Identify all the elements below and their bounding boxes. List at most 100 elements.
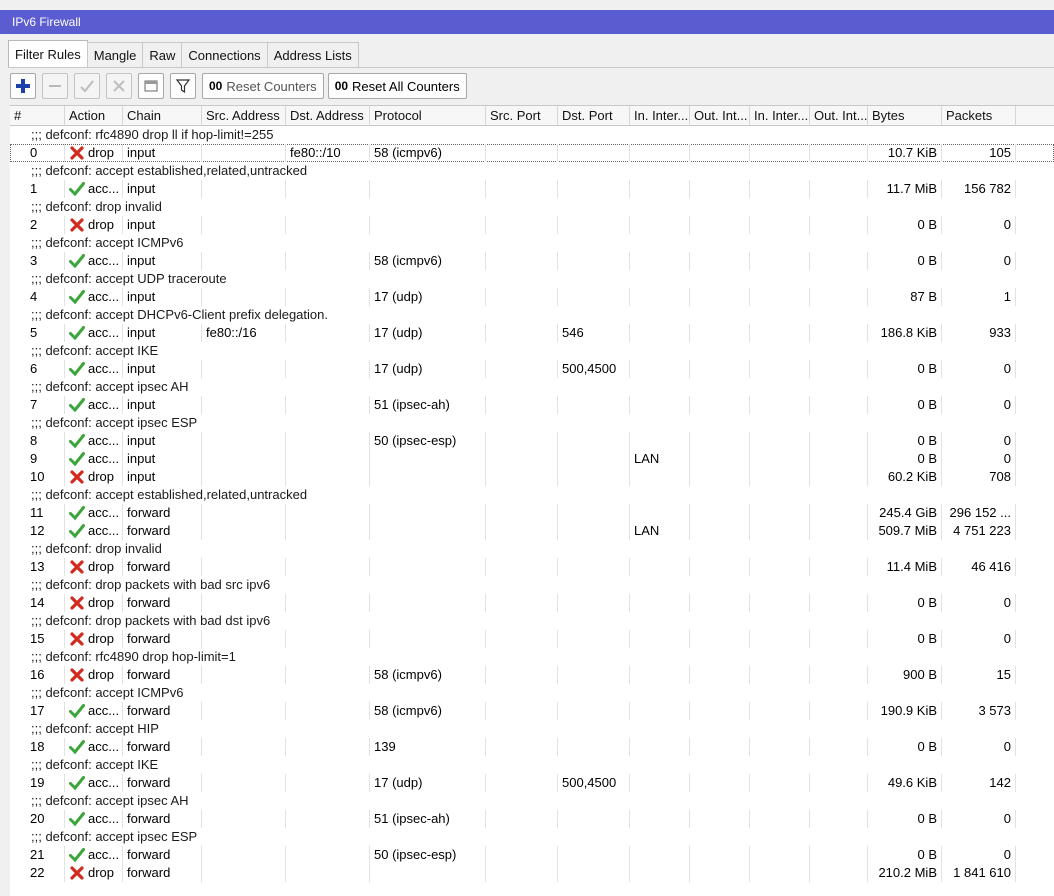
cell-dst-address [286, 558, 370, 576]
column-header-protocol[interactable]: Protocol [370, 106, 486, 126]
cell-num: 2 [10, 216, 65, 234]
cell-chain: forward [123, 774, 202, 792]
table-row[interactable]: 11 acc... forward 245.4 GiB 296 152 ... [10, 504, 1054, 522]
table-row[interactable]: 2 drop input 0 B0 [10, 216, 1054, 234]
cell-chain: input [123, 396, 202, 414]
table-row[interactable]: 8 acc... input 50 (ipsec-esp) 0 B0 [10, 432, 1054, 450]
table-row[interactable]: 12 acc... forward LAN 509.7 MiB 4 751 223 [10, 522, 1054, 540]
table-row[interactable]: 19 acc... forward 17 (udp) 500,4500 49.6 KiB 1… [10, 774, 1054, 792]
tab-raw[interactable]: Raw [142, 42, 183, 68]
cell-out-interface-list [810, 504, 868, 522]
cell-packets: 1 841 610 [942, 864, 1016, 882]
table-row[interactable]: 18 acc... forward 139 0 B0 [10, 738, 1054, 756]
cell-bytes: 210.2 MiB [868, 864, 942, 882]
disable-button[interactable] [106, 73, 132, 99]
cell-protocol: 17 (udp) [370, 360, 486, 378]
column-header-out-interface-list[interactable]: Out. Int... [810, 106, 868, 126]
cell-src-address [202, 432, 286, 450]
table-row[interactable]: 9 acc... input LAN 0 B0 [10, 450, 1054, 468]
cell-src-port [486, 144, 558, 162]
cell-out-interface-list [810, 396, 868, 414]
table-row[interactable]: 10 drop input 60.2 KiB 708 [10, 468, 1054, 486]
tab-connections[interactable]: Connections [181, 42, 268, 68]
table-row[interactable]: 20 acc... forward 51 (ipsec-ah) 0 B0 [10, 810, 1054, 828]
cell-chain: input [123, 216, 202, 234]
table-row[interactable]: 5 acc... input fe80::/16 17 (udp) 546 186.8 Ki… [10, 324, 1054, 342]
table-row[interactable]: 14 drop forward 0 B0 [10, 594, 1054, 612]
column-header-bytes[interactable]: Bytes [868, 106, 942, 126]
cell-chain: forward [123, 558, 202, 576]
table-row[interactable]: 16 drop forward 58 (icmpv6) 900 B 15 [10, 666, 1054, 684]
table-row[interactable]: 4 acc... input 17 (udp) 87 B1 [10, 288, 1054, 306]
tab-mangle[interactable]: Mangle [86, 42, 144, 68]
tab-filter-rules[interactable]: Filter Rules [8, 40, 88, 68]
column-header-in-interface-list[interactable]: In. Inter... [750, 106, 810, 126]
reset-all-counters-label: Reset All Counters [352, 78, 460, 94]
column-header-chain[interactable]: Chain [123, 106, 202, 126]
table-row[interactable]: 15 drop forward 0 B0 [10, 630, 1054, 648]
comment-button[interactable] [138, 73, 164, 99]
cell-action: acc... [65, 180, 123, 198]
rule-comment: ;;; defconf: accept DHCPv6-Client prefix… [31, 307, 328, 322]
column-header-src-address[interactable]: Src. Address [202, 106, 286, 126]
reset-counters-prefix: 00 [209, 79, 223, 93]
cell-src-port [486, 216, 558, 234]
table-row[interactable]: 6 acc... input 17 (udp) 500,4500 0 B0 [10, 360, 1054, 378]
cell-out-interface [690, 324, 750, 342]
cell-packets: 0 [942, 450, 1016, 468]
cell-packets: 0 [942, 594, 1016, 612]
table-row[interactable]: 17 acc... forward 58 (icmpv6) 190.9 KiB 3 573 [10, 702, 1054, 720]
cell-src-address [202, 666, 286, 684]
drop-x-icon [70, 218, 84, 232]
accept-check-icon [69, 524, 85, 539]
column-header-num[interactable]: # [10, 106, 65, 126]
cell-src-port [486, 594, 558, 612]
cell-protocol: 58 (icmpv6) [370, 252, 486, 270]
cell-in-interface-list [750, 630, 810, 648]
table-row[interactable]: 7 acc... input 51 (ipsec-ah) 0 B0 [10, 396, 1054, 414]
table-row[interactable]: 13 drop forward 11.4 MiB 46 416 [10, 558, 1054, 576]
remove-button[interactable] [42, 73, 68, 99]
table-row[interactable]: 0 drop input fe80::/10 58 (icmpv6) 10.7 KiB 10… [10, 144, 1054, 162]
cell-in-interface [630, 180, 690, 198]
cell-src-port [486, 558, 558, 576]
cell-dst-address [286, 360, 370, 378]
table-row[interactable]: 21 acc... forward 50 (ipsec-esp) 0 B0 [10, 846, 1054, 864]
cell-in-interface-list [750, 288, 810, 306]
cell-src-address [202, 180, 286, 198]
cell-out-interface [690, 774, 750, 792]
column-header-dst-port[interactable]: Dst. Port [558, 106, 630, 126]
cell-num: 10 [10, 468, 65, 486]
table-row[interactable]: 3 acc... input 58 (icmpv6) 0 B0 [10, 252, 1054, 270]
rule-comment: ;;; defconf: accept ipsec ESP [31, 829, 198, 844]
filter-icon [175, 79, 191, 94]
reset-counters-button[interactable]: 00 Reset Counters [202, 73, 324, 99]
cell-in-interface: LAN [630, 522, 690, 540]
cell-dst-port [558, 630, 630, 648]
cell-dst-address [286, 810, 370, 828]
cell-in-interface-list [750, 360, 810, 378]
enable-button[interactable] [74, 73, 100, 99]
tab-address-lists[interactable]: Address Lists [266, 42, 359, 68]
cell-in-interface-list [750, 432, 810, 450]
reset-all-counters-button[interactable]: 00 Reset All Counters [327, 73, 467, 99]
add-button[interactable] [10, 73, 36, 99]
cell-dst-port [558, 288, 630, 306]
filter-button[interactable] [170, 73, 196, 99]
cell-action: drop [65, 666, 123, 684]
cell-src-address [202, 468, 286, 486]
column-header-packets[interactable]: Packets [942, 106, 1016, 126]
table-row[interactable]: 1 acc... input 11.7 MiB 156 782 [10, 180, 1054, 198]
cell-num: 5 [10, 324, 65, 342]
cell-dst-port [558, 144, 630, 162]
column-header-in-interface[interactable]: In. Inter... [630, 106, 690, 126]
cell-num: 9 [10, 450, 65, 468]
column-header-action[interactable]: Action [65, 106, 123, 126]
action-label: drop [88, 559, 115, 574]
table-row[interactable]: 22 drop forward 210.2 MiB 1 841 610 [10, 864, 1054, 882]
column-header-src-port[interactable]: Src. Port [486, 106, 558, 126]
rule-comment: ;;; defconf: drop invalid [31, 541, 162, 556]
column-header-out-interface[interactable]: Out. Int... [690, 106, 750, 126]
cell-dst-address [286, 630, 370, 648]
column-header-dst-address[interactable]: Dst. Address [286, 106, 370, 126]
